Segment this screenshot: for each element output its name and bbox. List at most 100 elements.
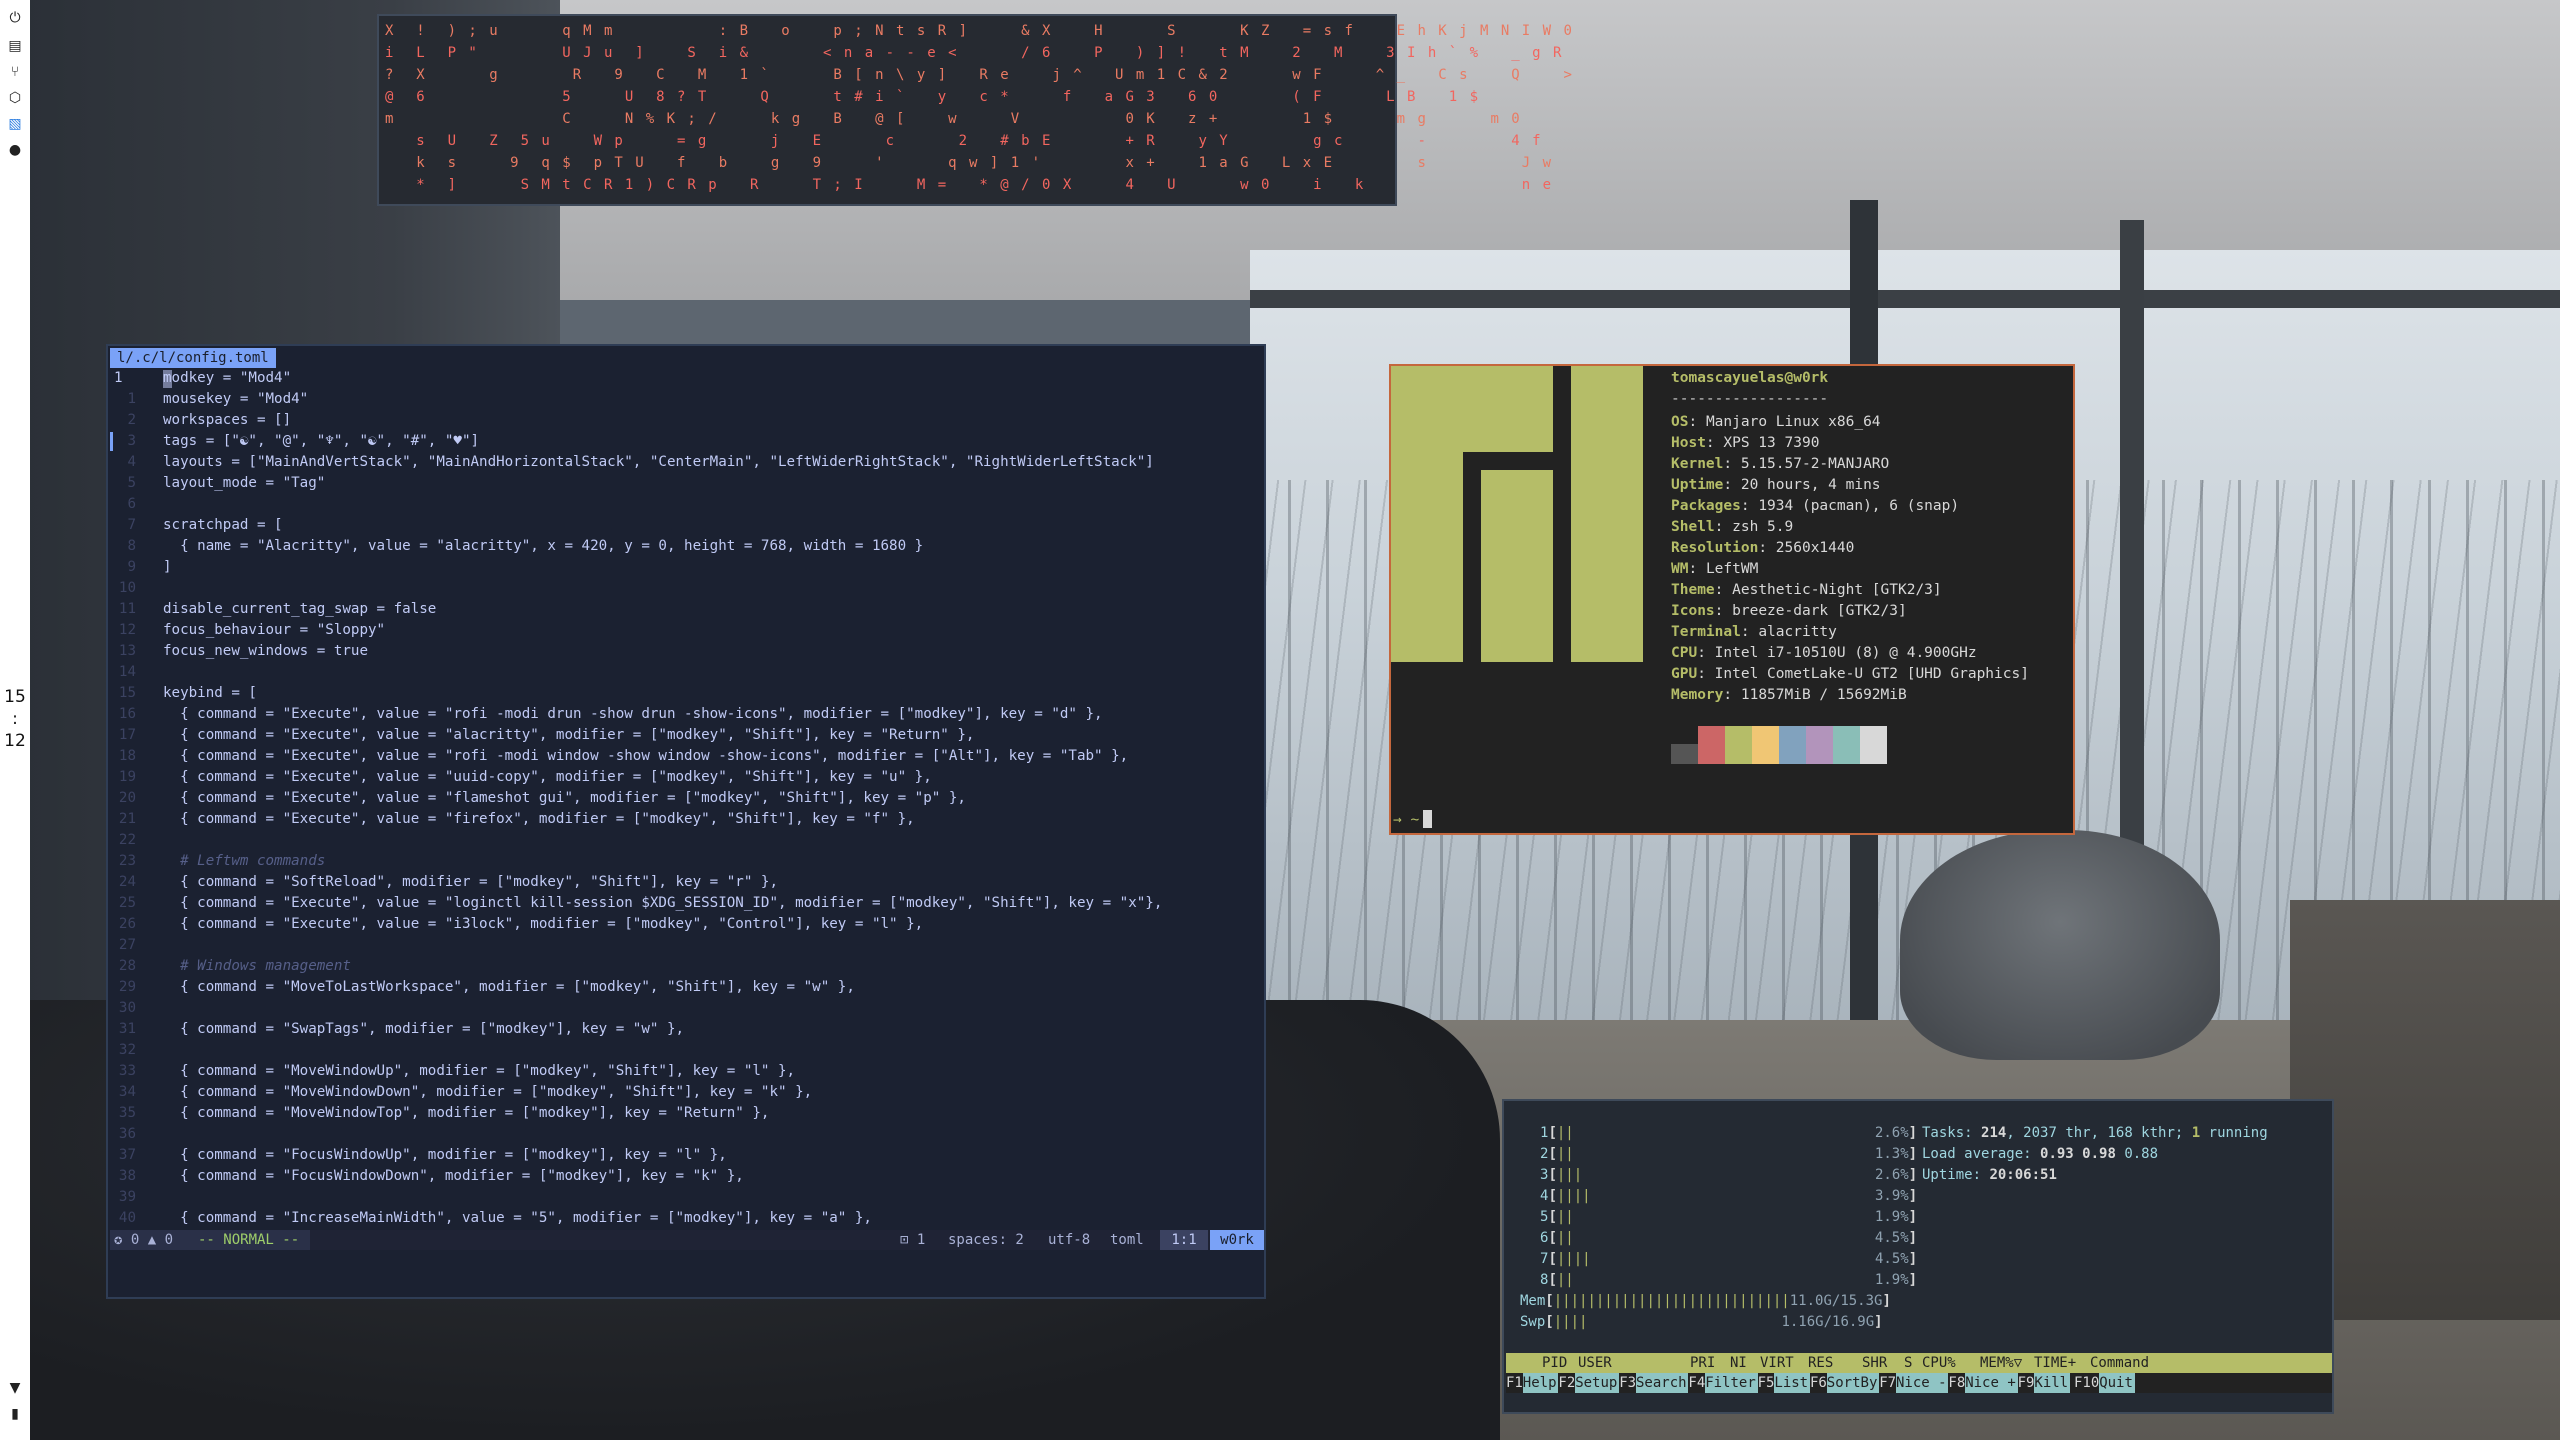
function-key-label[interactable]: SortBy [1826, 1373, 1880, 1393]
editor-line[interactable]: 12 focus_behaviour = "Sloppy" [108, 620, 1266, 641]
editor-line[interactable]: 39 [108, 1187, 1266, 1208]
editor-line[interactable]: 8 { name = "Alacritty", value = "alacrit… [108, 536, 1266, 557]
editor-line[interactable]: 10 [108, 578, 1266, 599]
column-header[interactable]: S [1904, 1353, 1912, 1373]
htop-terminal[interactable]: 1[|| 2.6%] 2[|| 1.3%] 3[||| 2.6%] 4[|||| 3.9%] 5… [1502, 1099, 2334, 1414]
function-key[interactable]: F9 [2018, 1373, 2035, 1393]
editor-line[interactable]: 26 { command = "Execute", value = "i3loc… [108, 914, 1266, 935]
function-key-label[interactable]: Filter [1705, 1373, 1758, 1393]
editor-line[interactable]: 40 { command = "IncreaseMainWidth", valu… [108, 1208, 1266, 1229]
power-icon[interactable]: ⏻ [6, 10, 24, 26]
editor-line[interactable]: 21 { command = "Execute", value = "firef… [108, 809, 1266, 830]
wifi-icon[interactable]: ▼ [6, 1380, 24, 1396]
editor-line[interactable]: 7 scratchpad = [ [108, 515, 1266, 536]
cpu-percent: 1.9% [1874, 1209, 1909, 1225]
function-key[interactable]: F3 [1619, 1373, 1636, 1393]
shell-prompt[interactable]: → ~ [1393, 810, 1433, 828]
column-header[interactable]: Command [2090, 1353, 2149, 1373]
function-key[interactable]: F6 [1810, 1373, 1827, 1393]
editor-line[interactable]: 1 modkey = "Mod4" [108, 368, 1266, 389]
column-header[interactable]: USER [1578, 1353, 1612, 1373]
function-key[interactable]: F1 [1506, 1373, 1523, 1393]
column-header[interactable]: TIME+ [2034, 1353, 2076, 1373]
sysinfo-key: Shell [1671, 519, 1715, 535]
function-key-label[interactable]: Quit [2099, 1373, 2135, 1393]
sysinfo-row: GPU: Intel CometLake-U GT2 [UHD Graphics… [1671, 666, 2029, 682]
editor-line[interactable]: 25 { command = "Execute", value = "login… [108, 893, 1266, 914]
function-key[interactable]: F5 [1758, 1373, 1775, 1393]
editor-line[interactable]: 1 mousekey = "Mod4" [108, 389, 1266, 410]
calendar-icon[interactable]: ▤ [6, 38, 24, 54]
clock-separator: : [12, 709, 18, 729]
function-key[interactable]: F2 [1558, 1373, 1575, 1393]
editor-line[interactable]: 13 focus_new_windows = true [108, 641, 1266, 662]
column-header[interactable]: CPU% [1922, 1353, 1956, 1373]
editor-line[interactable]: 28 # Windows management [108, 956, 1266, 977]
editor-line[interactable]: 4 layouts = ["MainAndVertStack", "MainAnd… [108, 452, 1266, 473]
function-key[interactable]: F4 [1688, 1373, 1705, 1393]
editor-line[interactable]: 34 { command = "MoveWindowDown", modifie… [108, 1082, 1266, 1103]
editor-line[interactable]: 2 workspaces = [] [108, 410, 1266, 431]
editor-line[interactable]: 3 tags = ["☯", "@", "♆", "☯", "#", "♥"] [108, 431, 1266, 452]
chat-icon[interactable]: ● [6, 142, 24, 158]
editor-line[interactable]: 11 disable_current_tag_swap = false [108, 599, 1266, 620]
editor-line[interactable]: 31 { command = "SwapTags", modifier = ["… [108, 1019, 1266, 1040]
editor-line[interactable]: 15 keybind = [ [108, 683, 1266, 704]
editor-window[interactable]: l/.c/l/config.toml 1 modkey = "Mod4" 1 mous… [106, 344, 1266, 1299]
editor-line[interactable]: 37 { command = "FocusWindowUp", modifier… [108, 1145, 1266, 1166]
function-key-label[interactable]: Search [1636, 1373, 1689, 1393]
package-icon[interactable]: ⬡ [6, 90, 24, 106]
editor-line[interactable]: 20 { command = "Execute", value = "flame… [108, 788, 1266, 809]
editor-line[interactable]: 14 [108, 662, 1266, 683]
editor-tab[interactable]: l/.c/l/config.toml [110, 348, 276, 368]
function-key-label[interactable]: Nice + [1965, 1373, 2018, 1393]
column-header[interactable]: MEM%▽ [1980, 1353, 2022, 1373]
editor-line[interactable]: 32 [108, 1040, 1266, 1061]
line-number: 20 [118, 790, 136, 806]
column-header[interactable]: NI [1730, 1353, 1747, 1373]
function-key-label[interactable]: Help [1522, 1373, 1559, 1393]
git-branch-icon[interactable]: ⑂ [6, 64, 24, 80]
editor-line[interactable]: 38 { command = "FocusWindowDown", modifi… [108, 1166, 1266, 1187]
function-key[interactable]: F10 [2074, 1373, 2099, 1393]
function-key-label[interactable]: Kill [2034, 1373, 2070, 1393]
file-icon[interactable]: ▧ [6, 116, 24, 132]
editor-line[interactable]: 36 [108, 1124, 1266, 1145]
function-key-label[interactable]: Setup [1575, 1373, 1620, 1393]
editor-line[interactable]: 16 { command = "Execute", value = "rofi … [108, 704, 1266, 725]
function-key[interactable]: F8 [1948, 1373, 1965, 1393]
editor-line[interactable]: 19 { command = "Execute", value = "uuid-… [108, 767, 1266, 788]
sysinfo-row: OS: Manjaro Linux x86_64 [1671, 414, 1881, 430]
process-table-header[interactable]: PID USER PRI NI VIRT RES SHR S CPU% MEM%▽ TIME+ Com… [1506, 1353, 2332, 1373]
editor-line[interactable]: 6 [108, 494, 1266, 515]
column-header[interactable]: PID [1542, 1353, 1567, 1373]
editor-line[interactable]: 9] [108, 557, 1266, 578]
function-key-label[interactable]: List [1774, 1373, 1810, 1393]
neofetch-terminal[interactable]: tomascayuelas@w0rk ------------------ OS… [1389, 364, 2075, 835]
editor-line[interactable]: 5 layout_mode = "Tag" [108, 473, 1266, 494]
editor-line[interactable]: 30 [108, 998, 1266, 1019]
column-header[interactable]: RES [1808, 1353, 1833, 1373]
editor-line[interactable]: 24 { command = "SoftReload", modifier = … [108, 872, 1266, 893]
editor-line[interactable]: 18 { command = "Execute", value = "rofi … [108, 746, 1266, 767]
load-15: 0.88 [2124, 1146, 2159, 1162]
editor-line[interactable]: 33 { command = "MoveWindowUp", modifier … [108, 1061, 1266, 1082]
editor-line[interactable]: 35 { command = "MoveWindowTop", modifier… [108, 1103, 1266, 1124]
column-header[interactable]: SHR [1862, 1353, 1887, 1373]
editor-line[interactable]: 27 [108, 935, 1266, 956]
editor-line[interactable]: 17 { command = "Execute", value = "alacr… [108, 725, 1266, 746]
matrix-rain-line: X ! ) ; u q M m : B o p ; N t s R ] & X … [385, 23, 1574, 39]
column-header[interactable]: PRI [1690, 1353, 1715, 1373]
clock-hour: 15 [4, 687, 26, 707]
editor-line[interactable]: 29 { command = "MoveToLastWorkspace", mo… [108, 977, 1266, 998]
editor-line[interactable]: 23 # Leftwm commands [108, 851, 1266, 872]
battery-icon[interactable]: ▮ [6, 1406, 24, 1422]
function-key[interactable]: F7 [1879, 1373, 1896, 1393]
sysinfo-key: WM [1671, 561, 1689, 577]
column-header[interactable]: VIRT [1760, 1353, 1794, 1373]
editor-line[interactable]: 22 [108, 830, 1266, 851]
line-number: 40 [118, 1210, 136, 1226]
sysinfo-key: Host [1671, 435, 1706, 451]
matrix-terminal[interactable]: X ! ) ; u q M m : B o p ; N t s R ] & X … [377, 14, 1572, 206]
function-key-label[interactable]: Nice - [1896, 1373, 1949, 1393]
